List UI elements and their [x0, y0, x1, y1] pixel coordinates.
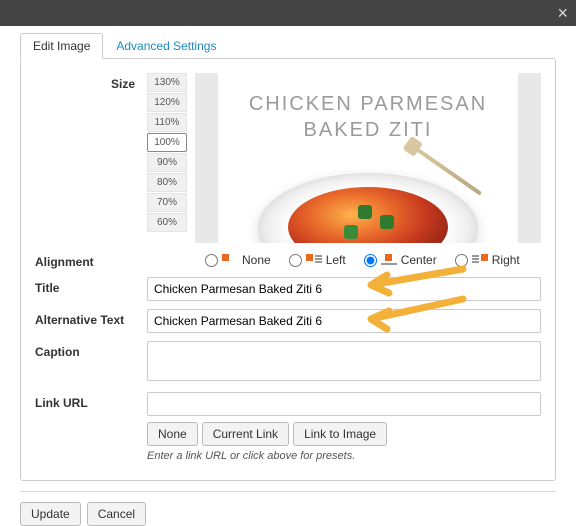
link-none-button[interactable]: None	[147, 422, 198, 446]
size-option-120[interactable]: 120%	[147, 93, 187, 112]
dialog-titlebar: ×	[0, 0, 576, 26]
caption-label: Caption	[35, 341, 147, 384]
link-current-button[interactable]: Current Link	[202, 422, 289, 446]
size-option-70[interactable]: 70%	[147, 193, 187, 212]
link-url-label: Link URL	[35, 392, 147, 462]
align-center-icon	[381, 254, 397, 266]
align-right[interactable]: Right	[455, 253, 520, 267]
close-icon[interactable]: ×	[557, 3, 568, 24]
align-none-label: None	[242, 253, 271, 267]
title-label: Title	[35, 277, 147, 301]
preview-dish-graphic	[258, 163, 478, 243]
size-option-80[interactable]: 80%	[147, 173, 187, 192]
align-center[interactable]: Center	[364, 253, 437, 267]
update-button[interactable]: Update	[20, 502, 81, 526]
align-none-icon	[222, 254, 238, 266]
edit-image-dialog: × Edit Image Advanced Settings Size 130%…	[0, 0, 576, 514]
alt-text-label: Alternative Text	[35, 309, 147, 333]
preview-line1: CHICKEN PARMESAN	[249, 93, 487, 115]
align-left-icon	[306, 254, 322, 266]
dialog-footer: Update Cancel	[20, 491, 556, 526]
link-image-button[interactable]: Link to Image	[293, 422, 387, 446]
tab-edit-image[interactable]: Edit Image	[20, 33, 103, 59]
align-none[interactable]: None	[205, 253, 271, 267]
size-option-60[interactable]: 60%	[147, 213, 187, 232]
size-option-100[interactable]: 100%	[147, 133, 187, 152]
image-preview: CHICKEN PARMESAN BAKED ZITI	[195, 73, 541, 243]
alignment-label: Alignment	[35, 251, 147, 269]
alignment-options: None Left Center Right	[147, 251, 541, 269]
size-label: Size	[35, 73, 147, 243]
size-option-90[interactable]: 90%	[147, 153, 187, 172]
link-url-hint: Enter a link URL or click above for pres…	[147, 450, 541, 462]
align-right-label: Right	[492, 253, 520, 267]
align-left[interactable]: Left	[289, 253, 346, 267]
size-options: 130%120%110%100%90%80%70%60%	[147, 73, 187, 243]
cancel-button[interactable]: Cancel	[87, 502, 146, 526]
alt-text-input[interactable]	[147, 309, 541, 333]
title-input[interactable]	[147, 277, 541, 301]
link-url-input[interactable]	[147, 392, 541, 416]
tab-advanced-settings[interactable]: Advanced Settings	[103, 33, 229, 59]
size-option-130[interactable]: 130%	[147, 73, 187, 92]
align-right-icon	[472, 254, 488, 266]
edit-image-panel: Size 130%120%110%100%90%80%70%60% CHICKE…	[20, 58, 556, 481]
preview-text: CHICKEN PARMESAN BAKED ZITI	[218, 91, 518, 143]
dialog-tabs: Edit Image Advanced Settings	[20, 32, 576, 58]
size-option-110[interactable]: 110%	[147, 113, 187, 132]
align-center-label: Center	[401, 253, 437, 267]
align-left-label: Left	[326, 253, 346, 267]
caption-input[interactable]	[147, 341, 541, 381]
